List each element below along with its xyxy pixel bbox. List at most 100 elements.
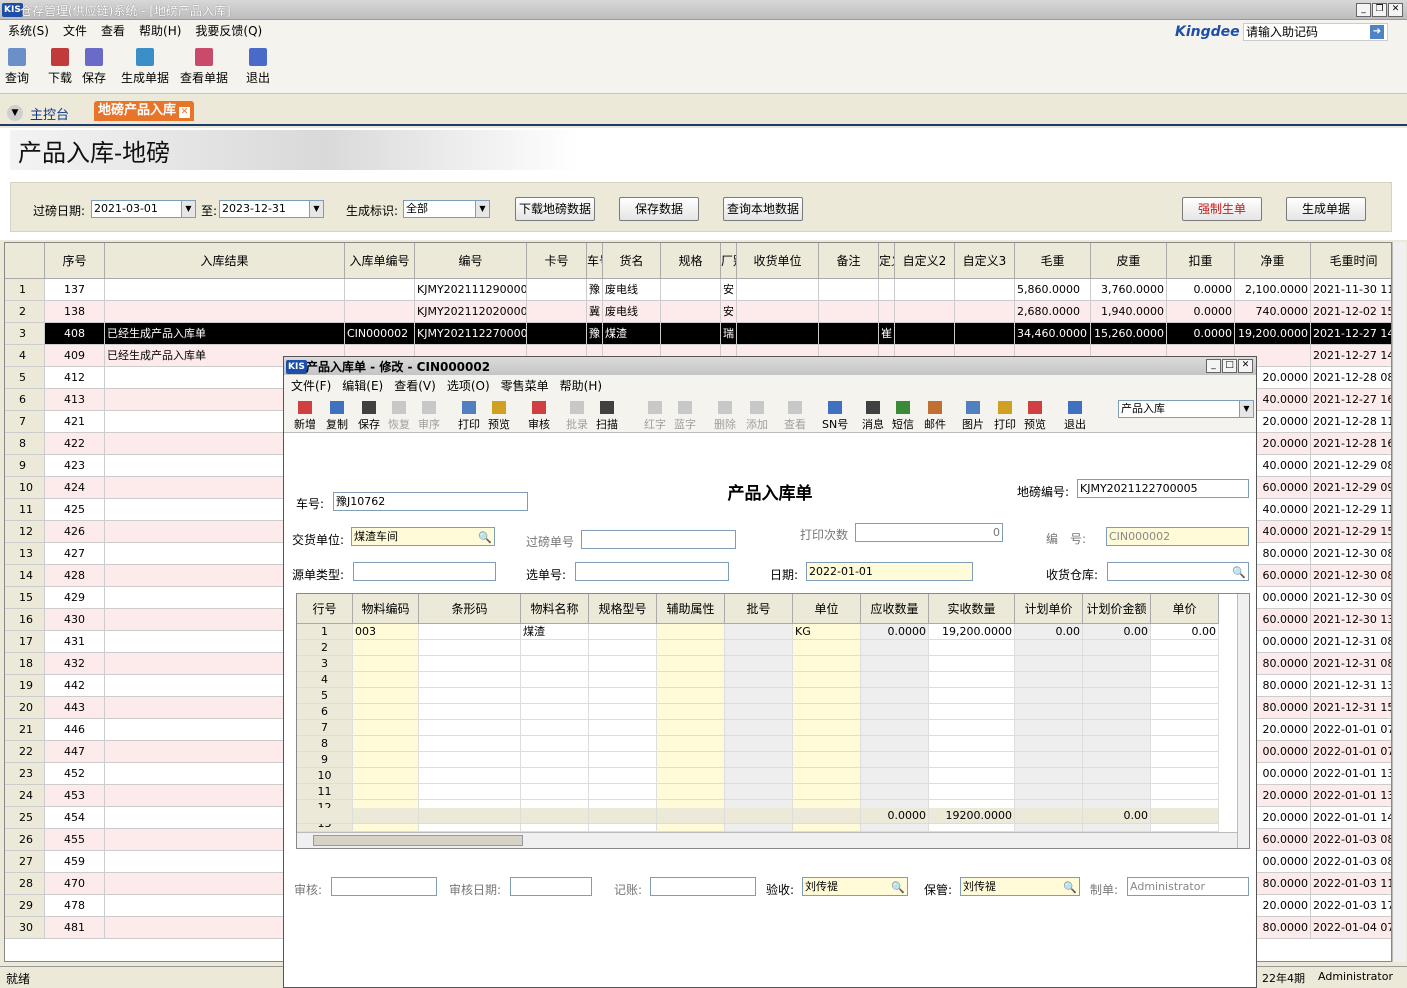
line-cell[interactable] xyxy=(1015,656,1083,672)
tab-home[interactable]: 主控台 xyxy=(30,104,69,123)
line-row[interactable]: 7 xyxy=(297,720,1219,736)
dialog-menu-item-4[interactable]: 零售菜单 xyxy=(501,375,549,397)
grid-header-cell[interactable]: 自定义3 xyxy=(955,243,1015,279)
table-cell[interactable]: 426 xyxy=(45,521,105,543)
line-cell[interactable] xyxy=(419,624,521,640)
table-cell[interactable]: 2021-12-29 15: xyxy=(1311,521,1391,543)
table-cell[interactable]: 2021-12-27 14: xyxy=(1311,323,1391,345)
dialog-close-button[interactable]: ✕ xyxy=(1238,359,1253,373)
line-cell[interactable] xyxy=(1015,784,1083,800)
date-to-input[interactable]: 2023-12-31 ▼ xyxy=(219,200,324,218)
line-cell[interactable] xyxy=(725,640,793,656)
table-cell[interactable]: 2021-12-28 08: xyxy=(1311,367,1391,389)
source-type-input[interactable] xyxy=(353,562,496,581)
toolbar-button-3[interactable]: 生成单据 xyxy=(121,48,169,86)
line-cell[interactable] xyxy=(353,784,419,800)
table-cell[interactable]: 138 xyxy=(45,301,105,323)
dialog-tool-5[interactable]: 打印 xyxy=(458,401,480,432)
flag-select[interactable]: 全部 ▼ xyxy=(403,200,490,218)
line-cell[interactable] xyxy=(657,624,725,640)
dropdown-icon[interactable]: ▼ xyxy=(181,201,195,217)
table-cell[interactable]: 2021-12-30 08: xyxy=(1311,565,1391,587)
line-cell[interactable] xyxy=(657,672,725,688)
line-row[interactable]: 3 xyxy=(297,656,1219,672)
table-cell[interactable]: 478 xyxy=(45,895,105,917)
menu-item-2[interactable]: 查看 xyxy=(101,20,125,42)
line-cell[interactable] xyxy=(793,784,861,800)
line-cell[interactable] xyxy=(589,752,657,768)
table-cell[interactable]: 432 xyxy=(45,653,105,675)
table-cell[interactable]: 425 xyxy=(45,499,105,521)
table-cell[interactable]: 422 xyxy=(45,433,105,455)
line-cell[interactable] xyxy=(1083,672,1151,688)
table-cell[interactable]: 崔 xyxy=(879,323,895,345)
dialog-tool-7[interactable]: 审核 xyxy=(528,401,550,432)
line-cell[interactable] xyxy=(1151,736,1219,752)
grid-header-cell[interactable]: 入库结果 xyxy=(105,243,345,279)
table-cell[interactable]: 废电线 xyxy=(603,301,661,323)
line-cell[interactable] xyxy=(929,736,1015,752)
line-cell[interactable] xyxy=(1083,752,1151,768)
minimize-button[interactable]: _ xyxy=(1356,3,1371,17)
toolbar-button-5[interactable]: 退出 xyxy=(246,48,270,86)
table-cell[interactable]: 已经生成产品入库单 xyxy=(105,323,345,345)
table-cell[interactable]: 2021-12-29 09: xyxy=(1311,477,1391,499)
dialog-tool-9[interactable]: 扫描 xyxy=(596,401,618,432)
line-cell[interactable] xyxy=(589,768,657,784)
table-cell[interactable]: 2022-01-03 17: xyxy=(1311,895,1391,917)
table-row[interactable]: 2 138 KJMY2021120200001 冀废电线 安 2,680.0000 1,94… xyxy=(5,301,1391,323)
table-cell[interactable]: 2021-12-28 16: xyxy=(1311,433,1391,455)
table-cell[interactable]: 455 xyxy=(45,829,105,851)
line-cell[interactable]: 0.00 xyxy=(1151,624,1219,640)
dropdown-icon[interactable]: ▼ xyxy=(309,201,323,217)
table-cell[interactable] xyxy=(527,323,587,345)
line-cell[interactable]: KG xyxy=(793,624,861,640)
table-cell[interactable]: CIN000002 xyxy=(345,323,415,345)
grid-header-cell[interactable]: 卡号 xyxy=(527,243,587,279)
dialog-tool-20[interactable]: 打印 xyxy=(994,401,1016,432)
line-row[interactable]: 1 003 煤渣 KG 0.0000 19,200.0000 0.00 0.00 0.00 xyxy=(297,624,1219,640)
force-generate-button[interactable]: 强制生单 xyxy=(1182,197,1262,221)
line-cell[interactable] xyxy=(657,704,725,720)
line-cell[interactable] xyxy=(929,752,1015,768)
line-cell[interactable] xyxy=(1015,672,1083,688)
car-input[interactable]: 豫J10762 xyxy=(333,492,528,511)
table-cell[interactable]: 428 xyxy=(45,565,105,587)
line-cell[interactable] xyxy=(657,784,725,800)
line-cell[interactable] xyxy=(725,768,793,784)
table-cell[interactable] xyxy=(895,301,955,323)
grid-header-cell[interactable]: 备注 xyxy=(819,243,879,279)
line-cell[interactable] xyxy=(353,672,419,688)
line-cell[interactable] xyxy=(929,720,1015,736)
lines-header-cell[interactable]: 条形码 xyxy=(419,594,521,624)
query-local-data-button[interactable]: 查询本地数据 xyxy=(723,197,803,221)
table-cell[interactable]: 废电线 xyxy=(603,279,661,301)
weigh-no-input[interactable]: KJMY2021122700005 xyxy=(1077,479,1249,498)
table-cell[interactable] xyxy=(819,323,879,345)
table-cell[interactable]: 冀 xyxy=(587,301,603,323)
line-cell[interactable]: 0.00 xyxy=(1083,624,1151,640)
dialog-tool-19[interactable]: 图片 xyxy=(962,401,984,432)
table-cell[interactable]: 443 xyxy=(45,697,105,719)
dialog-tool-22[interactable]: 退出 xyxy=(1064,401,1086,432)
lookup-icon[interactable]: 🔍 xyxy=(1063,879,1077,895)
table-cell[interactable]: 2021-12-31 08: xyxy=(1311,631,1391,653)
line-cell[interactable] xyxy=(1015,704,1083,720)
table-cell[interactable] xyxy=(661,323,721,345)
line-cell[interactable] xyxy=(589,736,657,752)
line-cell[interactable] xyxy=(353,768,419,784)
lookup-icon[interactable]: 🔍 xyxy=(891,879,905,895)
grid-header-cell[interactable]: 序号 xyxy=(45,243,105,279)
table-cell[interactable]: 2021-12-29 08: xyxy=(1311,455,1391,477)
table-cell[interactable]: 446 xyxy=(45,719,105,741)
table-cell[interactable]: 19,200.0000 xyxy=(1235,323,1311,345)
table-cell[interactable]: 34,460.0000 xyxy=(1015,323,1091,345)
line-cell[interactable] xyxy=(521,640,589,656)
lines-hscrollbar[interactable] xyxy=(297,832,1237,848)
line-cell[interactable] xyxy=(725,784,793,800)
table-cell[interactable] xyxy=(819,301,879,323)
table-cell[interactable]: 429 xyxy=(45,587,105,609)
table-cell[interactable]: 2022-01-03 08: xyxy=(1311,851,1391,873)
grid-header-cell[interactable]: 自定义2 xyxy=(895,243,955,279)
go-arrow-icon[interactable]: ➜ xyxy=(1370,25,1384,39)
